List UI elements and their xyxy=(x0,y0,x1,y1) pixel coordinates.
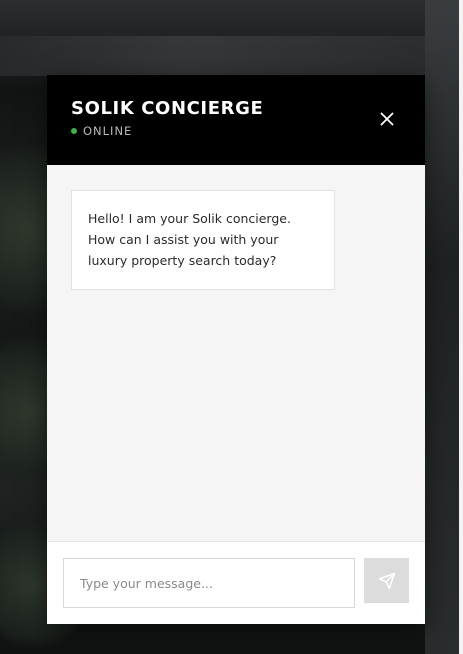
status-label: ONLINE xyxy=(83,124,133,138)
send-button[interactable] xyxy=(364,558,409,603)
close-button[interactable] xyxy=(379,111,395,127)
chat-header: SOLIK CONCIERGE ONLINE xyxy=(47,75,425,165)
concierge-message: Hello! I am your Solik concierge. How ca… xyxy=(71,190,335,290)
message-composer xyxy=(47,541,425,624)
message-list: Hello! I am your Solik concierge. How ca… xyxy=(47,165,425,541)
send-icon xyxy=(378,572,395,589)
online-dot-icon xyxy=(71,128,77,134)
chat-title: SOLIK CONCIERGE xyxy=(71,98,264,119)
chat-widget: SOLIK CONCIERGE ONLINE Hello! I am your … xyxy=(47,75,425,624)
message-input[interactable] xyxy=(63,558,355,608)
close-icon xyxy=(380,112,394,126)
status-indicator: ONLINE xyxy=(71,124,132,138)
